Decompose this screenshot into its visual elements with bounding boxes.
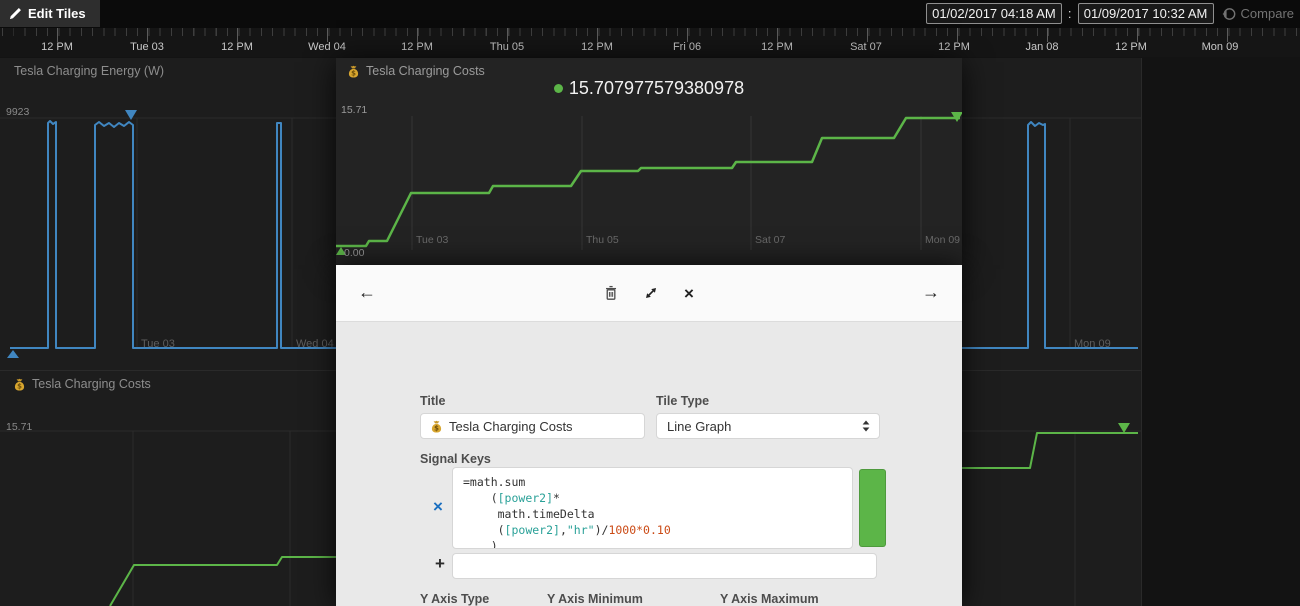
trash-icon: [604, 285, 618, 301]
next-tile-button[interactable]: →: [920, 280, 942, 305]
x-axis-label: Sat 07: [755, 234, 785, 246]
tile-title-text: Tesla Charging Costs: [32, 377, 151, 391]
timeline-label: Jan 08: [1025, 41, 1058, 53]
tile-title: Tesla Charging Energy (W): [14, 64, 164, 78]
code-token: [power2]: [498, 491, 553, 505]
tile-type-value: Line Graph: [667, 419, 731, 434]
select-spinner-icon: [862, 420, 870, 432]
y-axis-min-label: 0.00: [344, 247, 364, 259]
compare-label: Compare: [1241, 6, 1294, 21]
series-color-dot: [554, 84, 563, 93]
pencil-icon: [9, 7, 22, 20]
code-token: 1000*0.10: [608, 523, 670, 537]
code-token: ): [463, 539, 498, 549]
code-token: ,: [560, 523, 567, 537]
tile-grid: Tesla Charging Energy (W) 9923 Tue 03 Wed…: [0, 57, 1300, 606]
expand-tile-button[interactable]: [642, 284, 660, 302]
y-axis-max-label: 9923: [6, 106, 29, 118]
timeline-label: Fri 06: [673, 41, 701, 53]
latest-value-readout: 15.707977579380978: [336, 78, 962, 99]
new-signal-key-input[interactable]: [452, 553, 877, 579]
edit-tiles-label: Edit Tiles: [28, 6, 86, 21]
title-input-value: Tesla Charging Costs: [449, 419, 573, 434]
signal-keys-field-label: Signal Keys: [420, 452, 491, 466]
x-axis-label: Wed 04: [296, 338, 334, 350]
range-end-input[interactable]: [1078, 3, 1214, 24]
title-field-label: Title: [420, 394, 445, 408]
timeline-label: 12 PM: [401, 41, 433, 53]
top-bar: Edit Tiles : Compare: [0, 0, 1300, 28]
svg-text:$: $: [434, 424, 439, 432]
y-axis-min-field-label: Y Axis Minimum: [547, 592, 643, 606]
timeline-label: Sat 07: [850, 41, 882, 53]
timeline-label: 12 PM: [221, 41, 253, 53]
timeline-label: Wed 04: [308, 41, 346, 53]
expanded-tile-header: $ Tesla Charging Costs: [348, 64, 485, 78]
modal-toolbar: ←: [336, 265, 962, 322]
money-bag-icon: $: [14, 378, 25, 391]
code-token: [power2]: [505, 523, 560, 537]
time-range-controls: : Compare: [926, 3, 1296, 24]
delete-tile-button[interactable]: [602, 283, 620, 303]
modal-toolbar-actions: ×: [602, 265, 696, 321]
tile-edit-modal: ←: [336, 265, 962, 606]
expanded-tile-title: Tesla Charging Costs: [366, 64, 485, 78]
svg-text:$: $: [17, 382, 22, 390]
title-input[interactable]: $ Tesla Charging Costs: [420, 413, 645, 439]
signal-key-expression-editor[interactable]: =math.sum ([power2]* math.timeDelta ([po…: [452, 467, 853, 549]
x-axis-label: Tue 03: [416, 234, 448, 246]
signal-key-expression: =math.sum ([power2]* math.timeDelta ([po…: [453, 468, 852, 549]
series-color-swatch[interactable]: [859, 469, 886, 547]
series-line: [336, 118, 960, 246]
money-bag-icon: $: [348, 65, 359, 78]
timeline-ruler[interactable]: 12 PM Tue 03 12 PM Wed 04 12 PM Thu 05 12 PM Fr…: [0, 28, 1300, 58]
timeline-label: 12 PM: [938, 41, 970, 53]
remove-signal-key-button[interactable]: ×: [427, 497, 449, 516]
timeline-label: 12 PM: [581, 41, 613, 53]
range-start-input[interactable]: [926, 3, 1062, 24]
modal-body: Title $ Tesla Charging Costs Tile Type L…: [336, 322, 962, 606]
edit-tiles-button[interactable]: Edit Tiles: [0, 0, 100, 27]
timeline-label: 12 PM: [41, 41, 73, 53]
tile-title-text: Tesla Charging Energy (W): [14, 64, 164, 78]
add-signal-key-button[interactable]: +: [429, 554, 451, 573]
y-axis-max-label: 15.71: [6, 421, 32, 433]
timeline-label: Mon 09: [1202, 41, 1239, 53]
compare-button[interactable]: Compare: [1220, 6, 1296, 21]
timeline-label: Thu 05: [490, 41, 524, 53]
close-modal-button[interactable]: ×: [682, 283, 696, 304]
timeline-label: Tue 03: [130, 41, 164, 53]
x-axis-label: Mon 09: [1074, 338, 1111, 350]
previous-tile-button[interactable]: ←: [356, 280, 378, 305]
tile-title: $ Tesla Charging Costs: [14, 377, 151, 391]
latest-value-text: 15.707977579380978: [569, 78, 744, 99]
expand-icon: [644, 286, 658, 300]
expanded-tile-tesla-charging-costs[interactable]: $ Tesla Charging Costs 15.70797757938097…: [336, 58, 962, 265]
y-axis-max-label: 15.71: [341, 104, 367, 116]
x-axis-label: Tue 03: [141, 338, 175, 350]
svg-text:$: $: [351, 69, 356, 77]
tile-type-select[interactable]: Line Graph: [656, 413, 880, 439]
dashboard-screen: Edit Tiles : Compare 12 PM Tue 03 12 PM Wed…: [0, 0, 1300, 606]
compare-clock-icon: [1222, 7, 1236, 21]
extremum-marker-icon: [7, 350, 19, 358]
timeline-label: 12 PM: [1115, 41, 1147, 53]
code-token: )/: [595, 523, 609, 537]
timeline-label: 12 PM: [761, 41, 793, 53]
y-axis-max-field-label: Y Axis Maximum: [720, 592, 819, 606]
range-separator: :: [1068, 6, 1072, 21]
x-axis-label: Mon 09: [925, 234, 960, 246]
money-bag-icon: $: [431, 420, 442, 433]
code-token: "hr": [567, 523, 595, 537]
x-axis-label: Thu 05: [586, 234, 619, 246]
tile-type-field-label: Tile Type: [656, 394, 709, 408]
y-axis-type-field-label: Y Axis Type: [420, 592, 489, 606]
